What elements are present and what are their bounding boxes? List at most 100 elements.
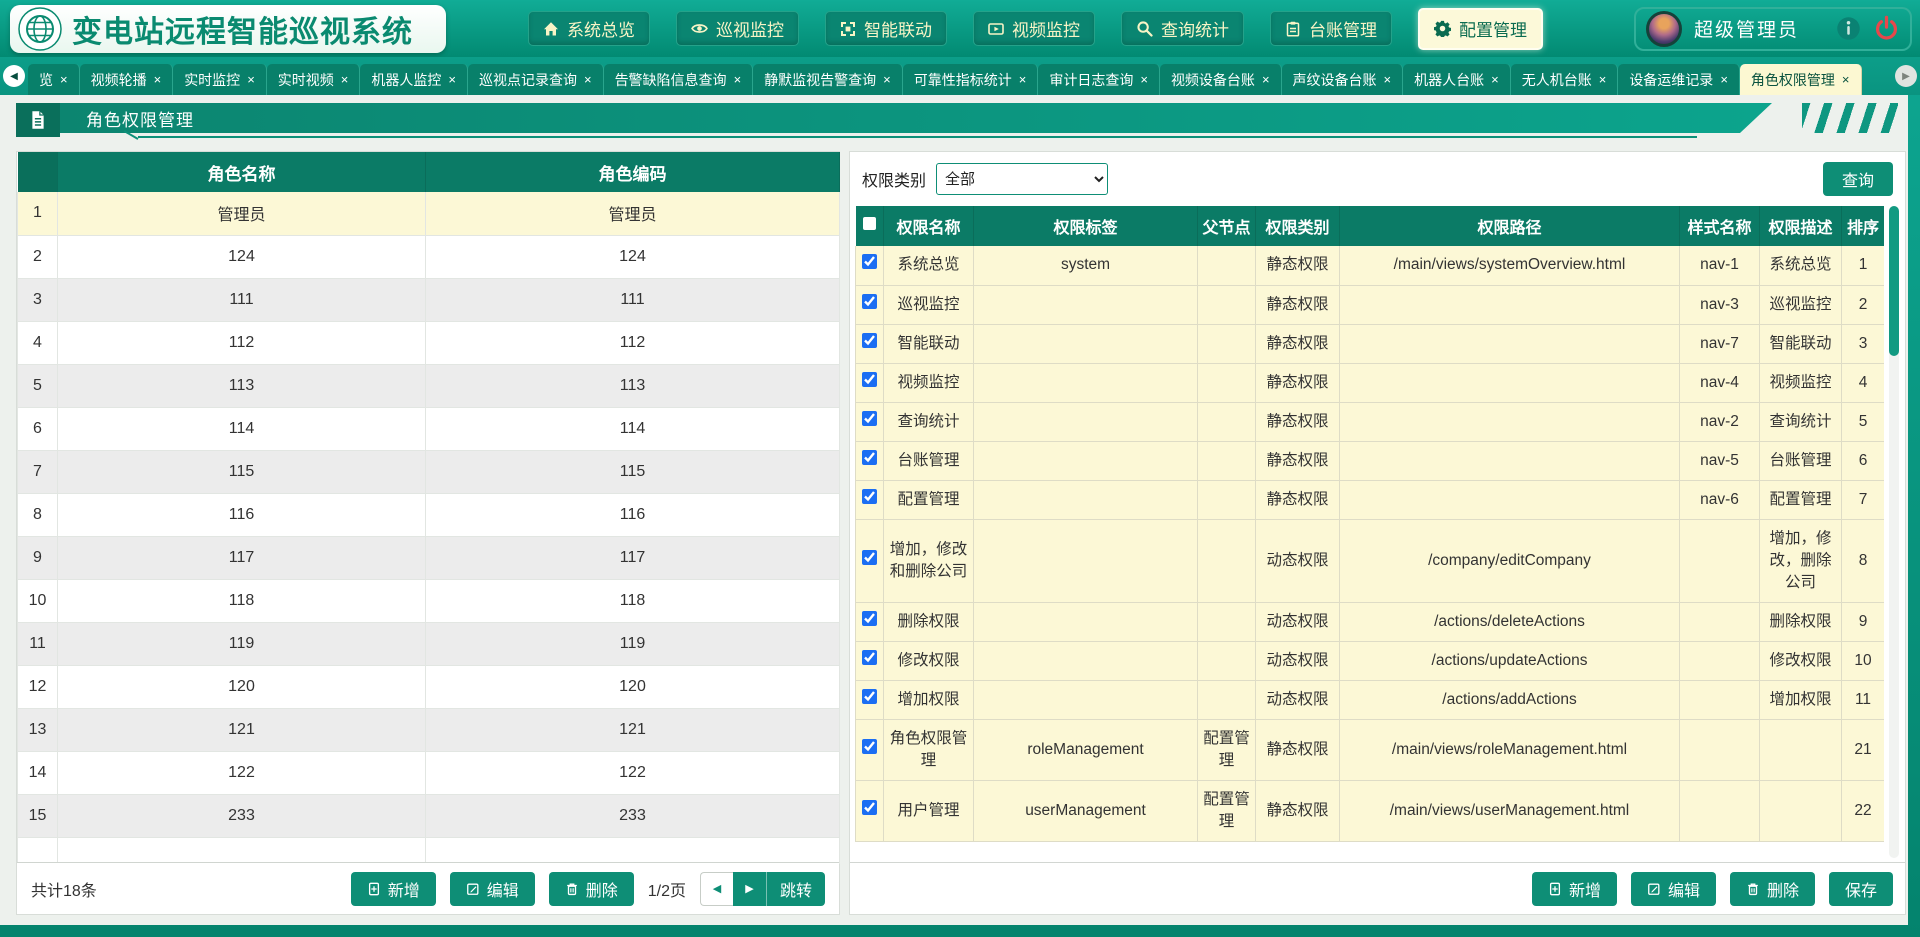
info-icon[interactable]	[1836, 16, 1861, 41]
role-row[interactable]: 10118118	[18, 579, 840, 622]
nav-item-系统总览[interactable]: 系统总览	[528, 11, 650, 46]
perm-row-checkbox[interactable]	[862, 372, 877, 387]
search-button[interactable]: 查询	[1823, 162, 1893, 196]
perm-row-checkbox[interactable]	[862, 294, 877, 309]
perm-delete-button[interactable]: 删除	[1730, 872, 1815, 906]
page-title-bar: 角色权限管理	[16, 103, 1902, 141]
tab-scroll-right-icon[interactable]: ▶	[1895, 65, 1917, 87]
tab-close-icon[interactable]: ×	[1599, 73, 1607, 86]
next-page-button[interactable]: ▶	[733, 872, 766, 906]
perm-row-checkbox[interactable]	[862, 411, 877, 426]
tab-close-icon[interactable]: ×	[448, 73, 456, 86]
role-code-cell: 113	[426, 364, 840, 407]
nav-item-查询统计[interactable]: 查询统计	[1121, 11, 1244, 46]
role-row[interactable]: 3111111	[18, 278, 840, 321]
tab-览[interactable]: 览×	[28, 64, 80, 95]
role-row[interactable]: 8116116	[18, 493, 840, 536]
tab-告警缺陷信息查询[interactable]: 告警缺陷信息查询×	[604, 64, 754, 95]
nav-item-巡视监控[interactable]: 巡视监控	[676, 11, 799, 46]
tab-close-icon[interactable]: ×	[60, 73, 68, 86]
role-row[interactable]: 12120120	[18, 665, 840, 708]
role-row[interactable]: 4112112	[18, 321, 840, 364]
permission-type-select[interactable]: 全部	[936, 163, 1108, 195]
tab-close-icon[interactable]: ×	[1140, 73, 1148, 86]
role-row[interactable]: 13121121	[18, 708, 840, 751]
tab-close-icon[interactable]: ×	[1842, 73, 1850, 86]
role-row[interactable]: 2124124	[18, 235, 840, 278]
tab-无人机台账[interactable]: 无人机台账×	[1511, 64, 1619, 95]
jump-page-button[interactable]: 跳转	[766, 872, 825, 906]
save-button[interactable]: 保存	[1829, 872, 1893, 906]
role-row[interactable]: 6114114	[18, 407, 840, 450]
logout-icon[interactable]	[1873, 15, 1900, 42]
prev-page-button[interactable]: ◀	[700, 872, 733, 906]
perm-row-checkbox[interactable]	[862, 333, 877, 348]
tab-实时视频[interactable]: 实时视频×	[267, 64, 361, 95]
tab-close-icon[interactable]: ×	[1491, 73, 1499, 86]
tab-设备运维记录[interactable]: 设备运维记录×	[1618, 64, 1740, 95]
scrollbar-thumb[interactable]	[1889, 206, 1899, 356]
role-row[interactable]: 14122122	[18, 751, 840, 794]
perm-row-checkbox[interactable]	[862, 650, 877, 665]
tab-close-icon[interactable]: ×	[1019, 73, 1027, 86]
tab-视频轮播[interactable]: 视频轮播×	[80, 64, 174, 95]
nav-item-智能联动[interactable]: 智能联动	[825, 11, 947, 46]
avatar[interactable]	[1646, 11, 1682, 47]
role-row[interactable]: 1管理员管理员	[18, 192, 840, 235]
role-row-index: 4	[18, 321, 58, 364]
tab-close-icon[interactable]: ×	[883, 73, 891, 86]
perm-desc-cell: 视频监控	[1760, 363, 1842, 402]
perm-add-button[interactable]: 新增	[1532, 872, 1617, 906]
perm-row-checkbox[interactable]	[862, 450, 877, 465]
tab-close-icon[interactable]: ×	[247, 73, 255, 86]
role-row[interactable]: 9117117	[18, 536, 840, 579]
perm-desc-cell: 巡视监控	[1760, 285, 1842, 324]
perm-name-cell: 台账管理	[884, 441, 974, 480]
tab-close-icon[interactable]: ×	[341, 73, 349, 86]
tab-角色权限管理[interactable]: 角色权限管理×	[1740, 64, 1862, 95]
role-row[interactable]: 7115115	[18, 450, 840, 493]
perm-row-checkbox[interactable]	[862, 489, 877, 504]
role-row[interactable]: 11119119	[18, 622, 840, 665]
perm-row-checkbox[interactable]	[862, 689, 877, 704]
perm-row-checkbox[interactable]	[862, 550, 877, 565]
nav-item-台账管理[interactable]: 台账管理	[1270, 11, 1392, 46]
perm-type-cell: 静态权限	[1256, 246, 1340, 285]
tab-close-icon[interactable]: ×	[584, 73, 592, 86]
tab-静默监视告警查询[interactable]: 静默监视告警查询×	[753, 64, 903, 95]
tab-可靠性指标统计[interactable]: 可靠性指标统计×	[903, 64, 1039, 95]
tab-close-icon[interactable]: ×	[734, 73, 742, 86]
role-delete-button[interactable]: 删除	[549, 872, 634, 906]
role-edit-button[interactable]: 编辑	[450, 872, 535, 906]
perm-label-cell	[974, 363, 1198, 402]
perm-row-checkbox[interactable]	[862, 254, 877, 269]
perm-col-header: 样式名称	[1680, 206, 1760, 246]
perm-row-checkbox[interactable]	[862, 800, 877, 815]
perm-row-checkbox[interactable]	[862, 611, 877, 626]
tab-视频设备台账[interactable]: 视频设备台账×	[1160, 64, 1282, 95]
scrollbar[interactable]	[1889, 206, 1899, 858]
tab-close-icon[interactable]: ×	[1262, 73, 1270, 86]
tab-机器人监控[interactable]: 机器人监控×	[360, 64, 468, 95]
tab-巡视点记录查询[interactable]: 巡视点记录查询×	[468, 64, 604, 95]
perm-edit-button[interactable]: 编辑	[1631, 872, 1716, 906]
tab-实时监控[interactable]: 实时监控×	[173, 64, 267, 95]
nav-item-配置管理[interactable]: 配置管理	[1418, 8, 1543, 50]
tab-机器人台账[interactable]: 机器人台账×	[1403, 64, 1511, 95]
role-add-button[interactable]: 新增	[351, 872, 436, 906]
perm-type-cell: 静态权限	[1256, 324, 1340, 363]
tab-close-icon[interactable]: ×	[154, 73, 162, 86]
select-all-header[interactable]	[856, 206, 884, 246]
perm-row-checkbox[interactable]	[862, 739, 877, 754]
tab-close-icon[interactable]: ×	[1384, 73, 1392, 86]
tab-close-icon[interactable]: ×	[1720, 73, 1728, 86]
select-all-checkbox[interactable]	[863, 217, 876, 230]
perm-name-cell: 配置管理	[884, 480, 974, 519]
tab-声纹设备台账[interactable]: 声纹设备台账×	[1282, 64, 1404, 95]
perm-parent-cell	[1198, 402, 1256, 441]
nav-item-视频监控[interactable]: 视频监控	[973, 11, 1095, 46]
role-row[interactable]: 15233233	[18, 794, 840, 837]
tab-审计日志查询[interactable]: 审计日志查询×	[1038, 64, 1160, 95]
role-row[interactable]: 5113113	[18, 364, 840, 407]
tab-scroll-left-icon[interactable]: ◀	[3, 65, 25, 87]
